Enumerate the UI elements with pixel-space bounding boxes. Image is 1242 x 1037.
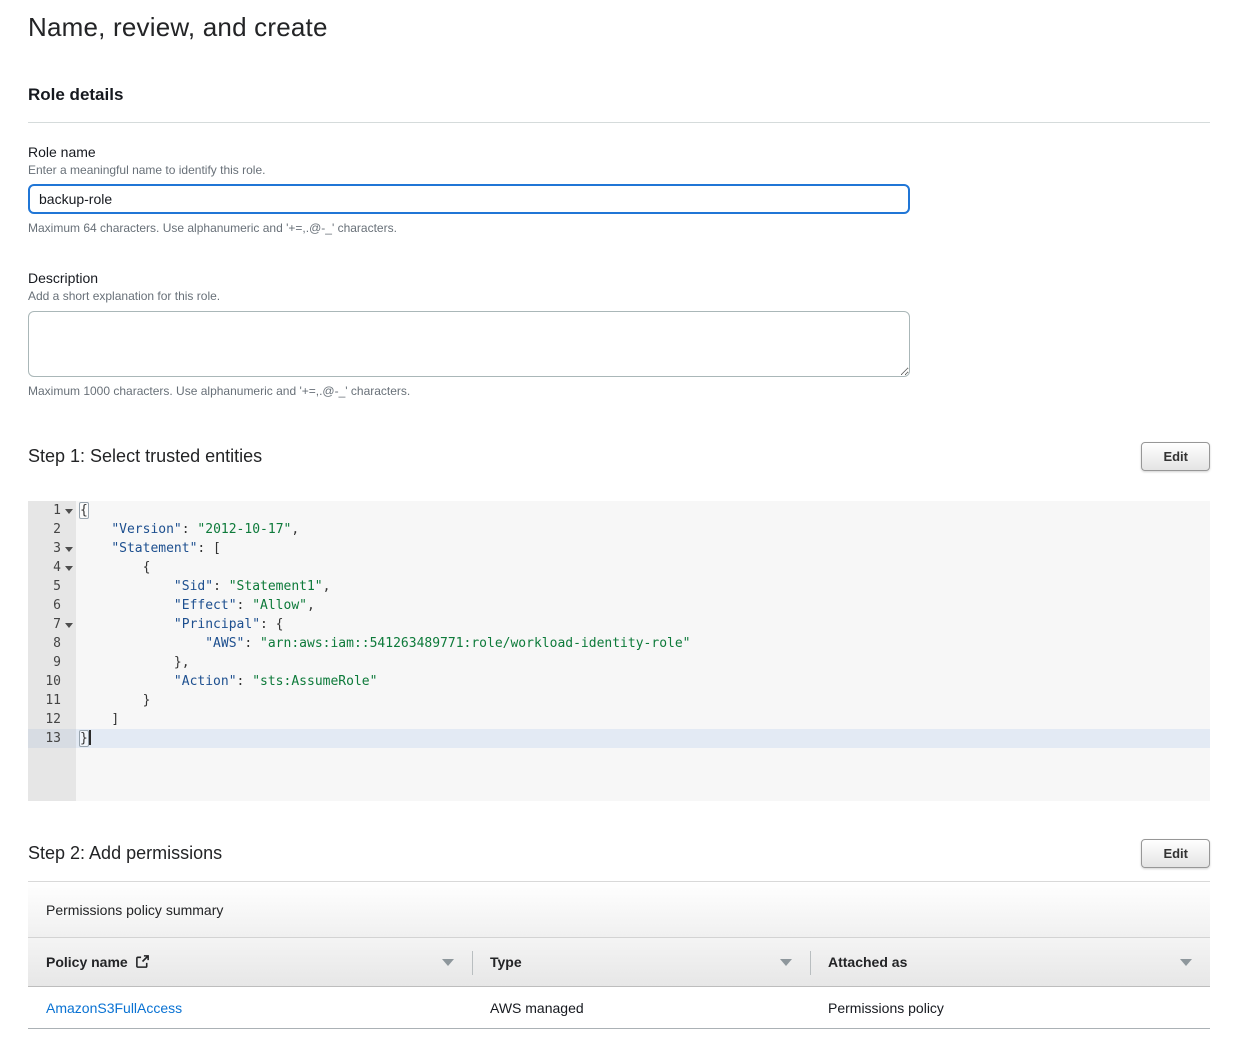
policy-name-header-label: Policy name bbox=[46, 954, 128, 970]
role-details-heading: Role details bbox=[28, 85, 1210, 105]
editor-line-number: 5 bbox=[28, 577, 76, 596]
attached-as-header-label: Attached as bbox=[828, 954, 907, 970]
description-textarea[interactable] bbox=[28, 311, 910, 377]
code-fold-icon[interactable] bbox=[65, 509, 73, 514]
editor-line[interactable]: 13} bbox=[28, 729, 1210, 748]
description-label: Description bbox=[28, 270, 1210, 286]
permissions-summary-panel: Permissions policy summary bbox=[28, 882, 1210, 937]
editor-line[interactable]: 7 "Principal": { bbox=[28, 615, 1210, 634]
editor-code-text: { bbox=[76, 501, 1210, 520]
column-header-attached-as[interactable]: Attached as bbox=[810, 938, 1210, 986]
step2-heading: Step 2: Add permissions bbox=[28, 843, 222, 864]
type-cell: AWS managed bbox=[472, 1000, 810, 1016]
step2-header-row: Step 2: Add permissions Edit bbox=[28, 839, 1210, 868]
editor-line[interactable]: 11 } bbox=[28, 691, 1210, 710]
editor-code-text: { bbox=[76, 558, 1210, 577]
code-fold-icon[interactable] bbox=[65, 547, 73, 552]
step1-header-row: Step 1: Select trusted entities Edit bbox=[28, 442, 1210, 471]
role-name-label: Role name bbox=[28, 144, 1210, 160]
description-constraint: Maximum 1000 characters. Use alphanumeri… bbox=[28, 384, 1210, 398]
editor-line-number: 1 bbox=[28, 501, 76, 520]
editor-code-text: ] bbox=[76, 710, 1210, 729]
page-container: Name, review, and create Role details Ro… bbox=[0, 0, 1242, 1029]
editor-line[interactable]: 4 { bbox=[28, 558, 1210, 577]
editor-code-text: "Effect": "Allow", bbox=[76, 596, 1210, 615]
step1-heading: Step 1: Select trusted entities bbox=[28, 446, 262, 467]
editor-line-number: 13 bbox=[28, 729, 76, 748]
editor-line-number: 6 bbox=[28, 596, 76, 615]
editor-line-number: 10 bbox=[28, 672, 76, 691]
policy-link[interactable]: AmazonS3FullAccess bbox=[46, 1000, 182, 1016]
editor-code-text: "Statement": [ bbox=[76, 539, 1210, 558]
editor-code-text: "Action": "sts:AssumeRole" bbox=[76, 672, 1210, 691]
editor-code-text: }, bbox=[76, 653, 1210, 672]
editor-line[interactable]: 3 "Statement": [ bbox=[28, 539, 1210, 558]
attached-as-filter-icon[interactable] bbox=[1180, 959, 1192, 966]
external-link-icon bbox=[135, 954, 150, 972]
editor-code-text: } bbox=[76, 691, 1210, 710]
editor-line[interactable]: 6 "Effect": "Allow", bbox=[28, 596, 1210, 615]
column-header-type[interactable]: Type bbox=[472, 938, 810, 986]
editor-line-number: 12 bbox=[28, 710, 76, 729]
role-name-input[interactable] bbox=[28, 184, 910, 214]
editor-line-number: 4 bbox=[28, 558, 76, 577]
attached-as-cell: Permissions policy bbox=[810, 1000, 1210, 1016]
editor-line[interactable]: 10 "Action": "sts:AssumeRole" bbox=[28, 672, 1210, 691]
editor-line-number: 9 bbox=[28, 653, 76, 672]
editor-line[interactable]: 2 "Version": "2012-10-17", bbox=[28, 520, 1210, 539]
policy-name-cell: AmazonS3FullAccess bbox=[28, 1000, 472, 1016]
editor-code-text: } bbox=[76, 729, 1210, 748]
code-fold-icon[interactable] bbox=[65, 623, 73, 628]
editor-line-number: 2 bbox=[28, 520, 76, 539]
code-fold-icon[interactable] bbox=[65, 566, 73, 571]
editor-line-number: 3 bbox=[28, 539, 76, 558]
description-help: Add a short explanation for this role. bbox=[28, 289, 1210, 303]
table-row: AmazonS3FullAccess AWS managed Permissio… bbox=[28, 987, 1210, 1029]
permissions-summary-title: Permissions policy summary bbox=[46, 902, 223, 918]
editor-line-number: 7 bbox=[28, 615, 76, 634]
editor-code-text: "AWS": "arn:aws:iam::541263489771:role/w… bbox=[76, 634, 1210, 653]
editor-line-number: 11 bbox=[28, 691, 76, 710]
column-header-policy-name[interactable]: Policy name bbox=[28, 938, 472, 986]
editor-code-text: "Principal": { bbox=[76, 615, 1210, 634]
editor-line-number: 8 bbox=[28, 634, 76, 653]
editor-line[interactable]: 9 }, bbox=[28, 653, 1210, 672]
page-title: Name, review, and create bbox=[28, 0, 1210, 43]
editor-code-text: "Sid": "Statement1", bbox=[76, 577, 1210, 596]
editor-code-text: "Version": "2012-10-17", bbox=[76, 520, 1210, 539]
editor-line[interactable]: 1{ bbox=[28, 501, 1210, 520]
trust-policy-editor[interactable]: 1{2 "Version": "2012-10-17",3 "Statement… bbox=[28, 501, 1210, 801]
section-divider bbox=[28, 122, 1210, 123]
role-name-constraint: Maximum 64 characters. Use alphanumeric … bbox=[28, 221, 1210, 235]
type-header-label: Type bbox=[490, 954, 522, 970]
role-name-help: Enter a meaningful name to identify this… bbox=[28, 163, 1210, 177]
editor-line[interactable]: 8 "AWS": "arn:aws:iam::541263489771:role… bbox=[28, 634, 1210, 653]
policy-name-filter-icon[interactable] bbox=[442, 959, 454, 966]
editor-line[interactable]: 5 "Sid": "Statement1", bbox=[28, 577, 1210, 596]
editor-line[interactable]: 12 ] bbox=[28, 710, 1210, 729]
step1-edit-button[interactable]: Edit bbox=[1141, 442, 1210, 471]
text-cursor bbox=[89, 730, 91, 745]
type-filter-icon[interactable] bbox=[780, 959, 792, 966]
step2-edit-button[interactable]: Edit bbox=[1141, 839, 1210, 868]
permissions-table-header: Policy name Type Attached as bbox=[28, 937, 1210, 987]
